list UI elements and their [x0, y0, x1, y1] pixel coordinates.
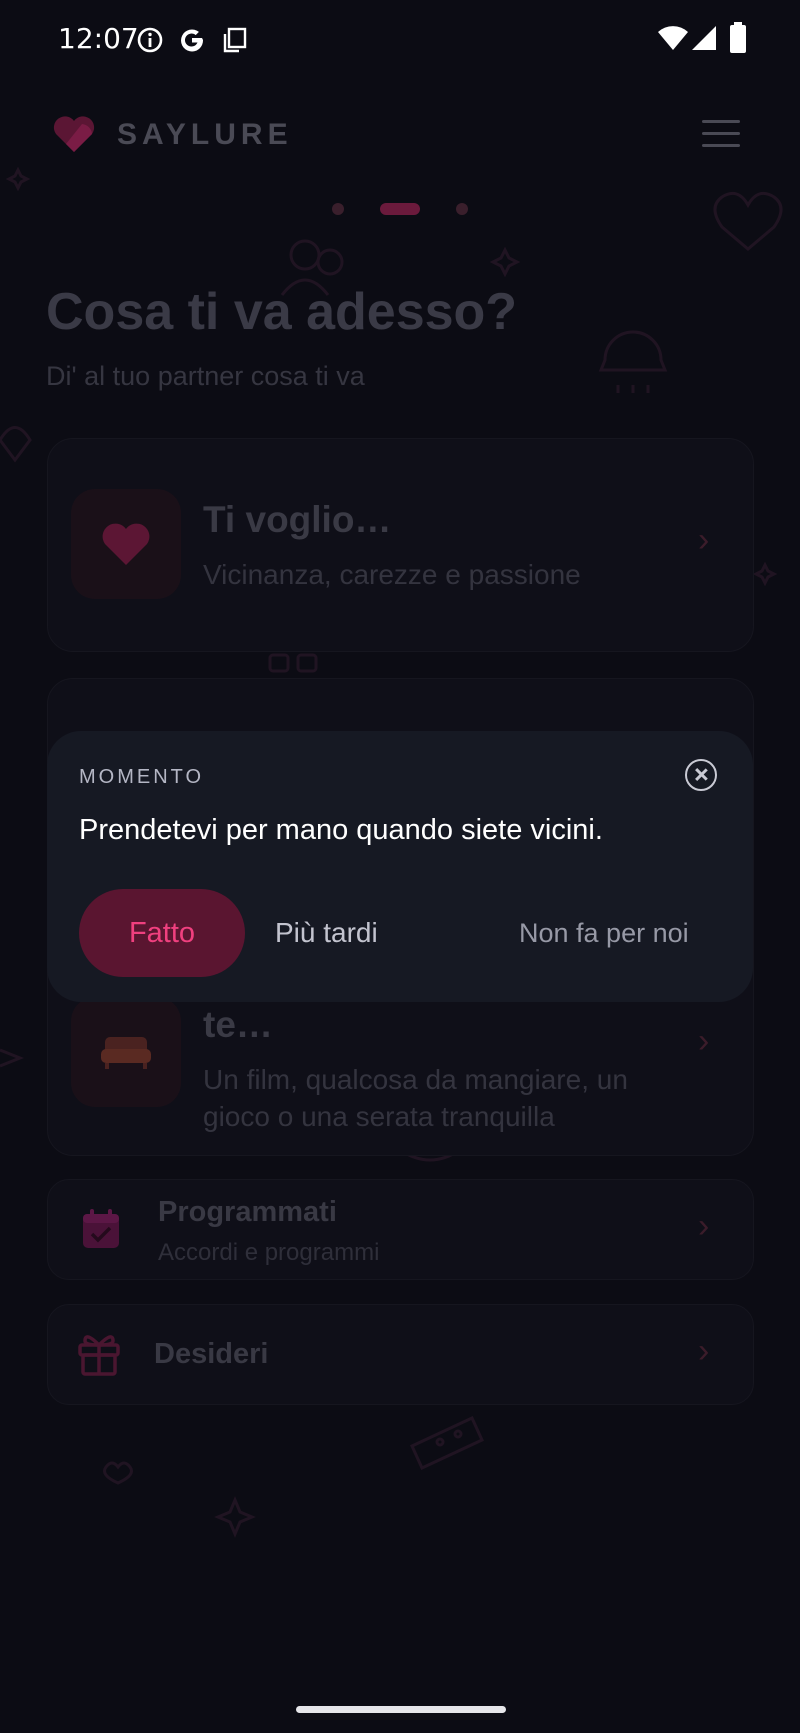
page-dot: [456, 203, 468, 215]
card-title: te…: [203, 1004, 273, 1045]
screenshot-icon: [223, 27, 247, 53]
card-desire[interactable]: Ti voglio… Vicinanza, carezze e passione…: [47, 438, 754, 652]
wifi-icon: [658, 26, 688, 50]
status-time: 12:07: [58, 22, 139, 55]
chevron-right-icon: ›: [698, 1332, 710, 1370]
row-title: Desideri: [154, 1338, 269, 1370]
close-circle-icon[interactable]: [685, 759, 717, 791]
calendar-check-icon: [83, 1209, 119, 1248]
row-scheduled[interactable]: Programmati Accordi e programmi ›: [47, 1179, 754, 1280]
app-screen: 12:07 SAYLURE Cosa ti va adesso? Di' al …: [0, 0, 800, 1733]
chevron-right-icon: ›: [698, 1207, 710, 1245]
hamburger-menu-icon[interactable]: [702, 120, 742, 148]
page-subtitle: Di' al tuo partner cosa ti va: [46, 361, 365, 391]
heart-icon: [102, 523, 150, 565]
later-button[interactable]: Più tardi: [275, 889, 378, 977]
card-icon-tile: [71, 997, 181, 1107]
google-icon: [181, 29, 204, 52]
battery-icon: [730, 22, 746, 53]
popup-message: Prendetevi per mano quando siete vicini.: [79, 814, 603, 846]
popup-label: MOMENTO: [79, 766, 205, 788]
page-dot-active: [380, 203, 420, 215]
heart-logo-icon: [53, 116, 95, 152]
card-icon-tile: [71, 489, 181, 599]
sofa-icon: [101, 1037, 151, 1069]
card-description: Un film, qualcosa da mangiare, un gioco …: [203, 1064, 628, 1132]
page-title: Cosa ti va adesso?: [46, 283, 518, 341]
page-dot: [332, 203, 344, 215]
row-subtitle: Accordi e programmi: [158, 1239, 380, 1266]
brand-name: SAYLURE: [117, 118, 293, 151]
moment-popup: MOMENTO Prendetevi per mano quando siete…: [47, 731, 753, 1002]
chevron-right-icon: ›: [698, 521, 710, 559]
row-wishes[interactable]: Desideri ›: [47, 1304, 754, 1405]
info-icon: [137, 27, 163, 53]
row-title: Programmati: [158, 1196, 337, 1228]
page-indicator: [0, 203, 800, 215]
signal-icon: [692, 26, 716, 50]
card-title: Ti voglio…: [203, 499, 392, 540]
done-button[interactable]: Fatto: [79, 889, 245, 977]
home-indicator[interactable]: [296, 1706, 506, 1713]
decline-button[interactable]: Non fa per noi: [519, 889, 689, 977]
gift-icon: [78, 1335, 120, 1376]
card-description: Vicinanza, carezze e passione: [203, 559, 581, 590]
chevron-right-icon: ›: [698, 1022, 710, 1060]
status-bar: 12:07: [0, 0, 800, 80]
